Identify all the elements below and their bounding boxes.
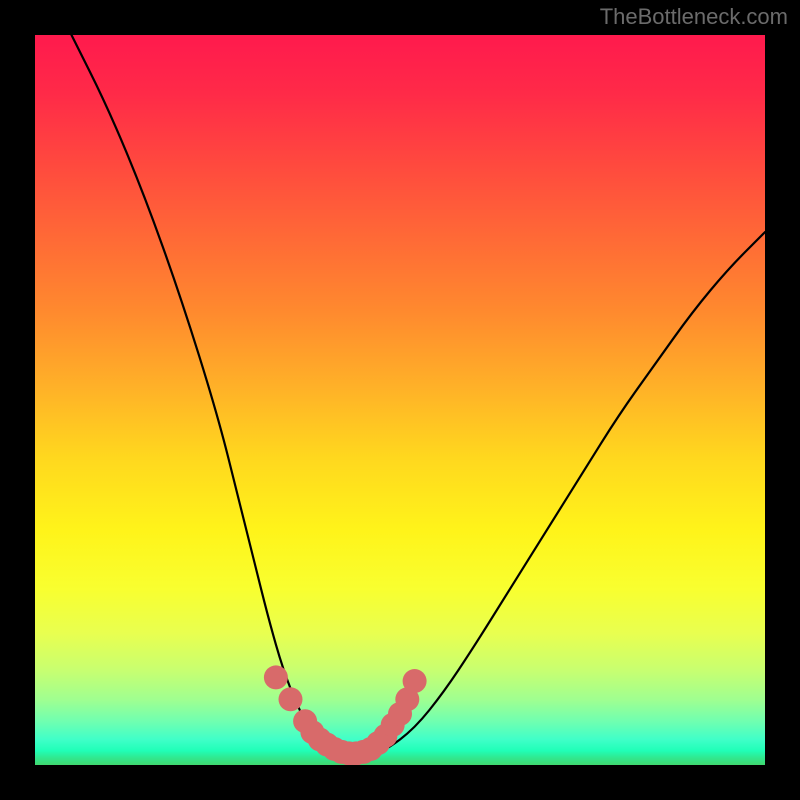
plot-area <box>35 35 765 765</box>
marker-dot <box>279 687 303 711</box>
marker-dot <box>264 665 288 689</box>
bottleneck-curve <box>72 35 766 758</box>
marker-dot <box>403 669 427 693</box>
chart-svg <box>35 35 765 765</box>
watermark-text: TheBottleneck.com <box>600 4 788 30</box>
